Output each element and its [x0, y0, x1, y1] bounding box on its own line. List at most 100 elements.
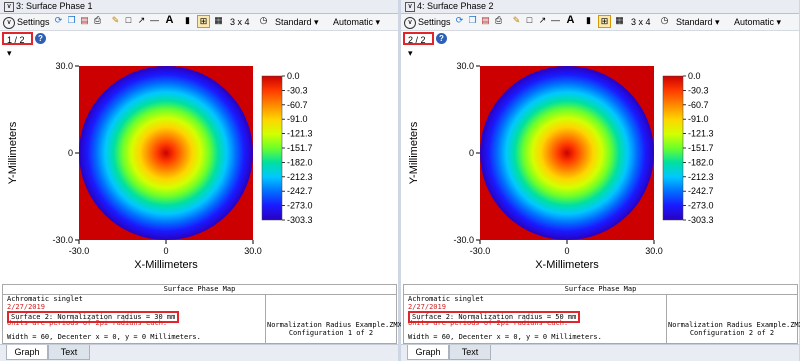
y-axis-label: Y-Millimeters: [408, 121, 420, 184]
page-navigation: 2 / 2 ▾ ?: [401, 31, 799, 58]
tab-graph[interactable]: Graph: [407, 345, 449, 360]
phase-map-disk: [79, 66, 253, 240]
colorbar-tick-label: -273.0: [287, 201, 313, 211]
width-decenter-text: Width = 60, Decenter x = 0, y = 0 Millim…: [408, 333, 602, 341]
analysis-toolbar: ∨ Settings ⟳ ❐ ▤ ⎙ ✎ □ ↗ — A ▮ ⊞ ▦ 3 x 4 …: [0, 14, 398, 31]
standard-dropdown[interactable]: Standard ▾: [275, 15, 319, 29]
window-menu-icon[interactable]: ∨: [405, 2, 415, 12]
x-tick-label: 30.0: [244, 246, 262, 256]
analysis-window-surface-phase-2: ∨ 4: Surface Phase 2 ∨ Settings ⟳ ❐ ▤ ⎙ ✎…: [401, 0, 800, 361]
colorbar-tick-label: -60.7: [287, 100, 308, 110]
refresh-icon[interactable]: ⟳: [53, 15, 64, 26]
layout-grid-icon[interactable]: ⊞: [197, 15, 210, 28]
text-icon[interactable]: A: [565, 15, 576, 26]
info-box: Surface Phase Map Achromatic singlet 2/2…: [2, 284, 402, 344]
layout-dropdown[interactable]: 3 x 4: [230, 15, 250, 29]
info-box: Surface Phase Map Achromatic singlet 2/2…: [403, 284, 800, 344]
colorbar-tick-label: -151.7: [688, 143, 714, 153]
colorbar-tick-label: -182.0: [688, 157, 714, 167]
view-tabs: Graph Text: [401, 344, 799, 361]
rectangle-icon[interactable]: □: [524, 15, 535, 26]
units-text: Units are periods of 2pi radians each.: [408, 319, 569, 327]
info-text: Achromatic singlet 2/27/2019 Surface 2: …: [7, 295, 262, 327]
x-tick-label: 0: [163, 246, 168, 256]
x-tick-label: -30.0: [69, 246, 90, 256]
help-icon[interactable]: ?: [35, 33, 46, 44]
window-options-icon[interactable]: ▦: [614, 15, 625, 26]
colorbar-tick-label: -121.3: [688, 129, 714, 139]
rectangle-icon[interactable]: □: [123, 15, 134, 26]
tab-text[interactable]: Text: [48, 345, 90, 360]
pencil-icon[interactable]: ✎: [110, 15, 121, 26]
lock-icon[interactable]: ▮: [583, 15, 594, 26]
configuration-text: Configuration 2 of 2: [689, 329, 775, 337]
timer-icon[interactable]: ◷: [659, 15, 670, 26]
file-info: Normalization Radius Example.ZMX Configu…: [267, 321, 402, 337]
refresh-icon[interactable]: ⟳: [454, 15, 465, 26]
page-navigation: 1 / 2 ▾ ?: [0, 31, 398, 58]
settings-button[interactable]: ∨ Settings: [404, 15, 451, 29]
normalization-radius-text: Surface 2: Normalization radius = 30 mm: [7, 311, 262, 323]
colorbar-tick-label: -242.7: [287, 186, 313, 196]
line-icon[interactable]: —: [550, 15, 561, 26]
arrow-icon[interactable]: ↗: [537, 15, 548, 26]
info-header: Surface Phase Map: [3, 285, 396, 295]
window-menu-icon[interactable]: ∨: [4, 2, 14, 12]
automatic-dropdown[interactable]: Automatic ▾: [333, 15, 380, 29]
units-text: Units are periods of 2pi radians each.: [7, 319, 168, 327]
colorbar: [662, 75, 684, 221]
colorbar-tick-label: -182.0: [287, 157, 313, 167]
width-decenter-text: Width = 60, Decenter x = 0, y = 0 Millim…: [7, 333, 201, 341]
save-icon[interactable]: ▤: [79, 15, 90, 26]
configuration-text: Configuration 1 of 2: [288, 329, 374, 337]
chevron-down-circle-icon: ∨: [404, 16, 416, 29]
x-tick-label: 30.0: [645, 246, 663, 256]
lock-icon[interactable]: ▮: [182, 15, 193, 26]
tab-graph[interactable]: Graph: [6, 345, 48, 360]
line-icon[interactable]: —: [149, 15, 160, 26]
window-titlebar[interactable]: ∨ 4: Surface Phase 2: [401, 0, 799, 14]
arrow-icon[interactable]: ↗: [136, 15, 147, 26]
analysis-toolbar: ∨ Settings ⟳ ❐ ▤ ⎙ ✎ □ ↗ — A ▮ ⊞ ▦ 3 x 4 …: [401, 14, 799, 31]
standard-dropdown[interactable]: Standard ▾: [676, 15, 720, 29]
info-divider: [265, 294, 266, 343]
window-title: 3: Surface Phase 1: [16, 1, 93, 11]
x-axis-label: X-Millimeters: [535, 259, 599, 268]
copy-icon[interactable]: ❐: [467, 15, 478, 26]
copy-icon[interactable]: ❐: [66, 15, 77, 26]
date-text: 2/27/2019: [408, 303, 446, 311]
tab-text[interactable]: Text: [449, 345, 491, 360]
x-tick-label: 0: [564, 246, 569, 256]
colorbar-tick-label: -121.3: [287, 129, 313, 139]
page-selector-dropdown[interactable]: 1 / 2 ▾: [2, 32, 33, 58]
normalization-radius-text: Surface 2: Normalization radius = 50 mm: [408, 311, 663, 323]
y-tick-label: 0: [469, 148, 474, 158]
y-tick-label: 30.0: [456, 61, 474, 71]
layout-dropdown[interactable]: 3 x 4: [631, 15, 651, 29]
y-tick-label: -30.0: [453, 235, 474, 245]
layout-grid-icon[interactable]: ⊞: [598, 15, 611, 28]
analysis-window-surface-phase-1: ∨ 3: Surface Phase 1 ∨ Settings ⟳ ❐ ▤ ⎙ ✎…: [0, 0, 402, 361]
window-titlebar[interactable]: ∨ 3: Surface Phase 1: [0, 0, 398, 14]
chevron-down-circle-icon: ∨: [3, 16, 15, 29]
surface-phase-chart: -30.0 0 30.0 30.0 0 -30.0 X-Millimeters Y-Milli…: [7, 61, 313, 268]
timer-icon[interactable]: ◷: [258, 15, 269, 26]
pencil-icon[interactable]: ✎: [511, 15, 522, 26]
surface-phase-chart: -30.0 0 30.0 30.0 0 -30.0 X-Millimeters Y-Milli…: [408, 61, 714, 268]
y-tick-label: 30.0: [55, 61, 73, 71]
print-icon[interactable]: ⎙: [92, 15, 103, 26]
help-icon[interactable]: ?: [436, 33, 447, 44]
window-options-icon[interactable]: ▦: [213, 15, 224, 26]
y-axis-label: Y-Millimeters: [7, 121, 19, 184]
automatic-dropdown[interactable]: Automatic ▾: [734, 15, 781, 29]
file-info: Normalization Radius Example.ZMX Configu…: [668, 321, 800, 337]
print-icon[interactable]: ⎙: [493, 15, 504, 26]
text-icon[interactable]: A: [164, 15, 175, 26]
save-icon[interactable]: ▤: [480, 15, 491, 26]
page-selector-dropdown[interactable]: 2 / 2 ▾: [403, 32, 434, 58]
colorbar: [261, 75, 283, 221]
lens-title: Achromatic singlet: [408, 295, 484, 303]
colorbar-tick-label: 0.0: [287, 71, 300, 81]
info-header: Surface Phase Map: [404, 285, 797, 295]
settings-button[interactable]: ∨ Settings: [3, 15, 50, 29]
